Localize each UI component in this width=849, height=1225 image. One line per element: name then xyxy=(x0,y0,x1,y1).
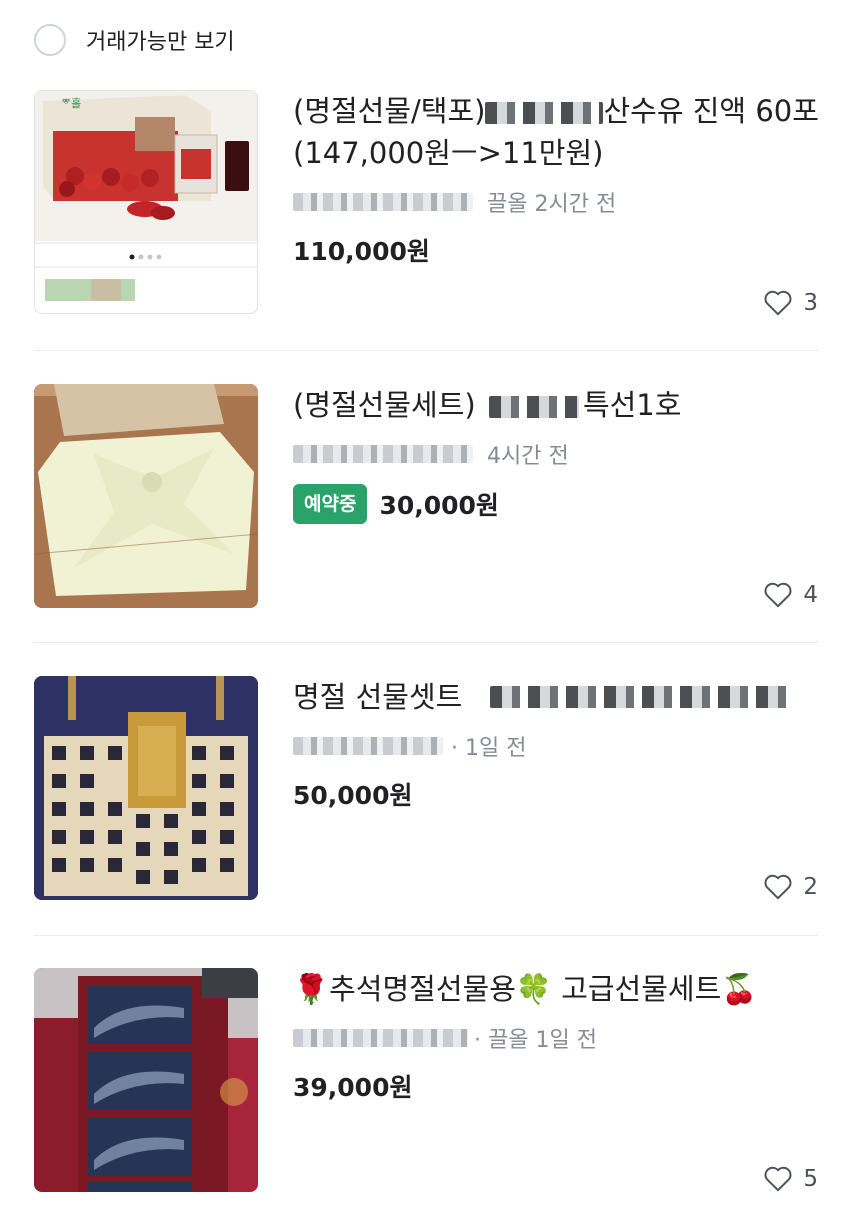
like-count: 4 xyxy=(763,581,818,608)
item-meta: · 끌올 1일 전 xyxy=(293,1022,818,1054)
brand-logo-text: ᄬ홀 xyxy=(61,97,81,110)
like-count: 5 xyxy=(763,1165,818,1192)
divider xyxy=(34,350,818,351)
list-item[interactable]: (명절선물세트) 특선1호 4시간 전 예약중 30,000원 4 xyxy=(34,384,818,608)
reserved-badge: 예약중 xyxy=(293,484,368,524)
filter-label: 거래가능만 보기 xyxy=(86,30,235,55)
heart-outline-icon xyxy=(764,290,792,316)
heart-outline-icon xyxy=(764,1166,792,1192)
list-item[interactable]: ᄬ홀 (명절선물/택포) 산수유 진액 60포(147,000원ㅡ>11만원) 끌… xyxy=(34,90,819,316)
item-meta: · 1일 전 xyxy=(293,730,818,762)
item-title[interactable]: (명절선물세트) 특선1호 xyxy=(293,384,818,426)
product-photo-illustration: ᄬ홀 xyxy=(35,91,257,301)
product-image[interactable] xyxy=(34,968,258,1192)
item-price: 110,000원 xyxy=(293,237,430,266)
item-title[interactable]: 🌹추석명절선물용🍀 고급선물세트🍒 xyxy=(293,968,818,1010)
list-item[interactable]: 명절 선물셋트 · 1일 전 50,000원 2 xyxy=(34,676,818,900)
product-photo-illustration xyxy=(34,384,258,608)
item-meta: 4시간 전 xyxy=(293,438,818,470)
heart-outline-icon xyxy=(764,582,792,608)
divider xyxy=(34,935,818,936)
product-image[interactable] xyxy=(34,676,258,900)
product-image[interactable]: ᄬ홀 xyxy=(34,90,258,314)
divider xyxy=(34,642,818,643)
item-title[interactable]: 명절 선물셋트 xyxy=(293,676,818,718)
trade-available-filter[interactable]: 거래가능만 보기 xyxy=(34,22,235,58)
item-price: 30,000원 xyxy=(379,491,499,520)
product-image[interactable] xyxy=(34,384,258,608)
item-title[interactable]: (명절선물/택포) 산수유 진액 60포(147,000원ㅡ>11만원) xyxy=(293,90,823,174)
like-count: 2 xyxy=(763,873,818,900)
radio-unchecked-icon[interactable] xyxy=(34,24,66,56)
heart-outline-icon xyxy=(764,874,792,900)
item-meta: 끌올 2시간 전 xyxy=(293,186,818,218)
item-price: 50,000원 xyxy=(293,781,413,810)
product-photo-illustration xyxy=(34,968,258,1192)
product-photo-illustration xyxy=(34,676,258,900)
item-price: 39,000원 xyxy=(293,1073,413,1102)
like-count: 3 xyxy=(763,289,818,316)
list-item[interactable]: 🌹추석명절선물용🍀 고급선물세트🍒 · 끌올 1일 전 39,000원 5 xyxy=(34,968,818,1192)
